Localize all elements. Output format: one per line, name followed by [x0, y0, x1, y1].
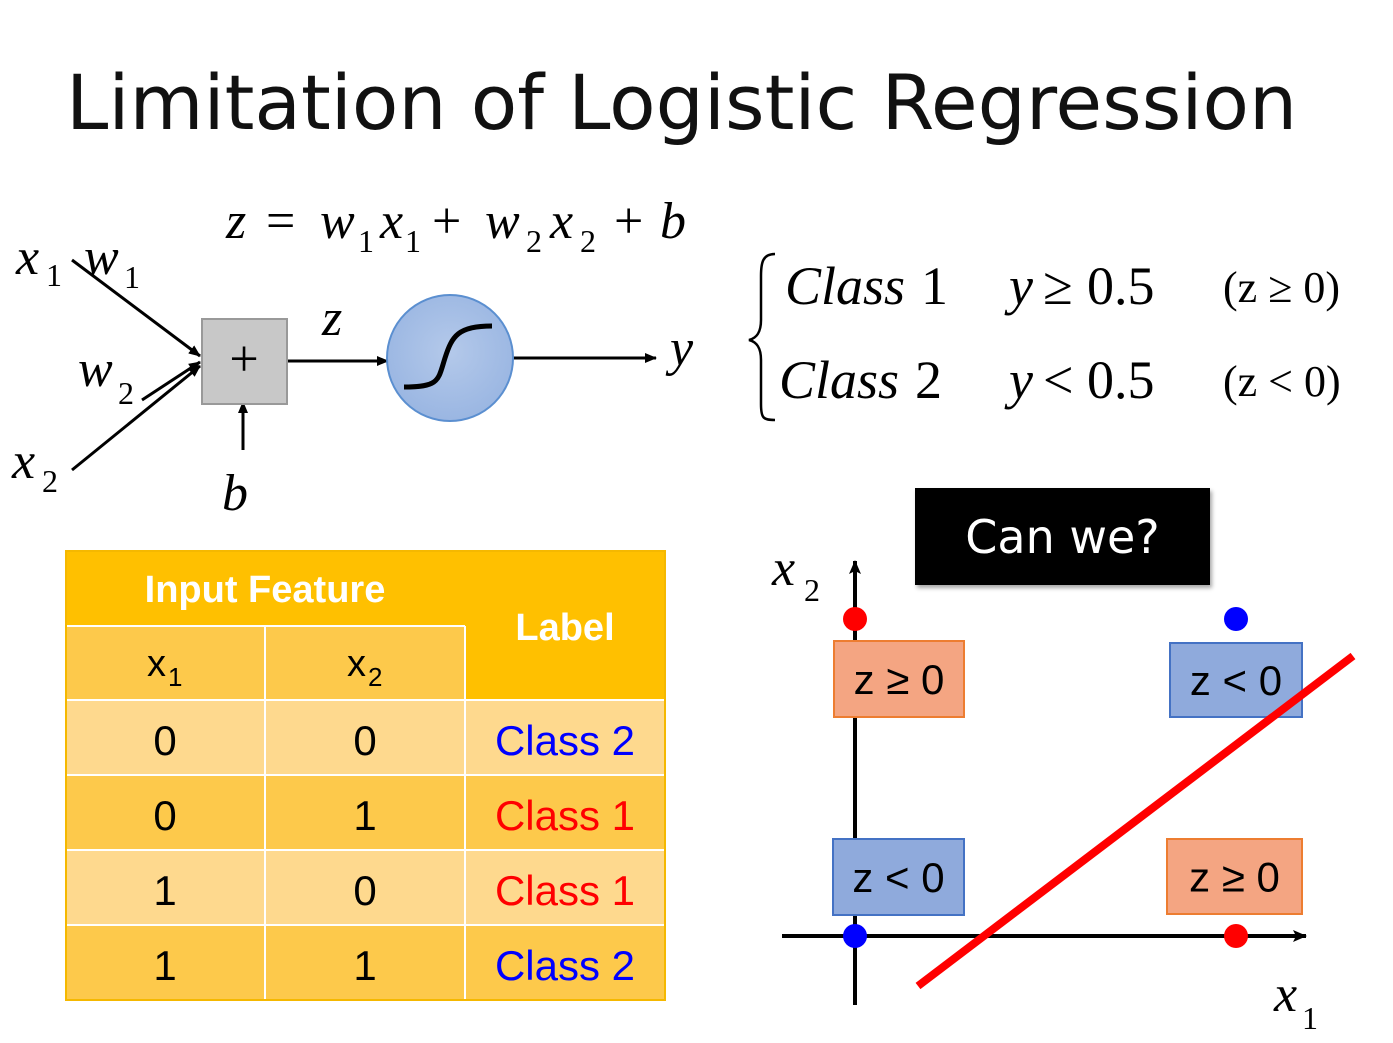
- table-cell-x1: 0: [153, 717, 176, 764]
- svg-text:1: 1: [124, 259, 140, 295]
- data-point: [843, 607, 867, 631]
- region-box-label: z ≥ 0: [854, 656, 945, 703]
- decision-rule: Class 1 y ≥ 0.5 (z ≥ 0) Class 2 y < 0.5 …: [748, 252, 1341, 422]
- region-box-label: z ≥ 0: [1189, 854, 1280, 901]
- header-input-feature: Input Feature: [145, 569, 386, 611]
- svg-text:1: 1: [405, 223, 421, 259]
- svg-text:≥: ≥: [1043, 256, 1073, 316]
- table-cell-x1: 0: [153, 792, 176, 839]
- table-cell-x2: 0: [353, 717, 376, 764]
- svg-text:+: +: [614, 193, 643, 250]
- svg-text:+: +: [229, 331, 258, 388]
- svg-text:(z < 0): (z < 0): [1223, 357, 1341, 406]
- svg-text:z: z: [225, 193, 246, 250]
- svg-text:b: b: [660, 193, 686, 250]
- svg-text:1: 1: [46, 257, 62, 293]
- x1-label: x: [15, 229, 39, 286]
- svg-text:2: 2: [368, 662, 382, 692]
- feature-table: Input Feature Label x 1 x 2 0 0 Class 2 0 1 C…: [65, 550, 666, 1001]
- svg-text:=: =: [266, 193, 295, 250]
- svg-text:w: w: [485, 193, 520, 250]
- svg-text:2: 2: [118, 375, 134, 411]
- neuron-diagram: z = w 1 x 1 + w 2 x 2 + b x 1 w 1 w 2 x …: [11, 193, 694, 522]
- svg-text:y: y: [1004, 350, 1033, 410]
- svg-text:Class: Class: [785, 256, 905, 316]
- table-cell-label: Class 2: [495, 942, 635, 989]
- svg-text:2: 2: [526, 223, 542, 259]
- svg-text:+: +: [432, 193, 461, 250]
- w1-label: w: [84, 229, 119, 286]
- col-x1: x: [147, 643, 166, 685]
- col-x2: x: [347, 643, 366, 685]
- table-cell-x1: 1: [153, 867, 176, 914]
- page-title: Limitation of Logistic Regression: [66, 58, 1298, 147]
- data-point: [1224, 924, 1248, 948]
- y-axis-label: x: [771, 545, 795, 597]
- svg-text:Class: Class: [779, 350, 899, 410]
- y-label: y: [665, 320, 694, 377]
- svg-text:1: 1: [358, 223, 374, 259]
- header-label: Label: [515, 607, 614, 649]
- svg-text:2: 2: [42, 463, 58, 499]
- svg-text:x: x: [379, 193, 403, 250]
- svg-text:1: 1: [921, 256, 948, 316]
- svg-text:(z ≥ 0): (z ≥ 0): [1223, 263, 1340, 312]
- x2-label: x: [11, 433, 35, 490]
- table-cell-x2: 0: [353, 867, 376, 914]
- svg-text:y: y: [1004, 256, 1033, 316]
- svg-text:0.5: 0.5: [1087, 350, 1155, 410]
- table-cell-label: Class 1: [495, 792, 635, 839]
- sum-node: +: [201, 318, 288, 405]
- b-label: b: [222, 465, 248, 522]
- z-label: z: [321, 290, 342, 347]
- svg-text:2: 2: [580, 223, 596, 259]
- svg-text:1: 1: [1302, 1000, 1318, 1036]
- svg-text:w: w: [320, 193, 355, 250]
- sigmoid-node: [386, 294, 514, 422]
- x-axis-label: x: [1273, 966, 1297, 1023]
- table-cell-x2: 1: [353, 942, 376, 989]
- feature-space-plot: x 2 x 1 z ≥ 0 z < 0 z < 0 z ≥ 0: [771, 545, 1356, 1036]
- table-cell-x1: 1: [153, 942, 176, 989]
- table-cell-x2: 1: [353, 792, 376, 839]
- table-cell-label: Class 2: [495, 717, 635, 764]
- svg-text:2: 2: [804, 572, 820, 608]
- svg-text:2: 2: [915, 350, 942, 410]
- data-point: [1224, 607, 1248, 631]
- svg-text:0.5: 0.5: [1087, 256, 1155, 316]
- svg-text:1: 1: [168, 662, 182, 692]
- z-equation: z = w 1 x 1 + w 2 x 2 + b: [225, 193, 686, 259]
- table-cell-label: Class 1: [495, 867, 635, 914]
- w2-label: w: [78, 341, 113, 398]
- data-point: [843, 924, 867, 948]
- svg-text:x: x: [549, 193, 573, 250]
- region-box-label: z < 0: [852, 854, 944, 901]
- region-box-label: z < 0: [1190, 657, 1282, 704]
- svg-text:<: <: [1043, 350, 1073, 410]
